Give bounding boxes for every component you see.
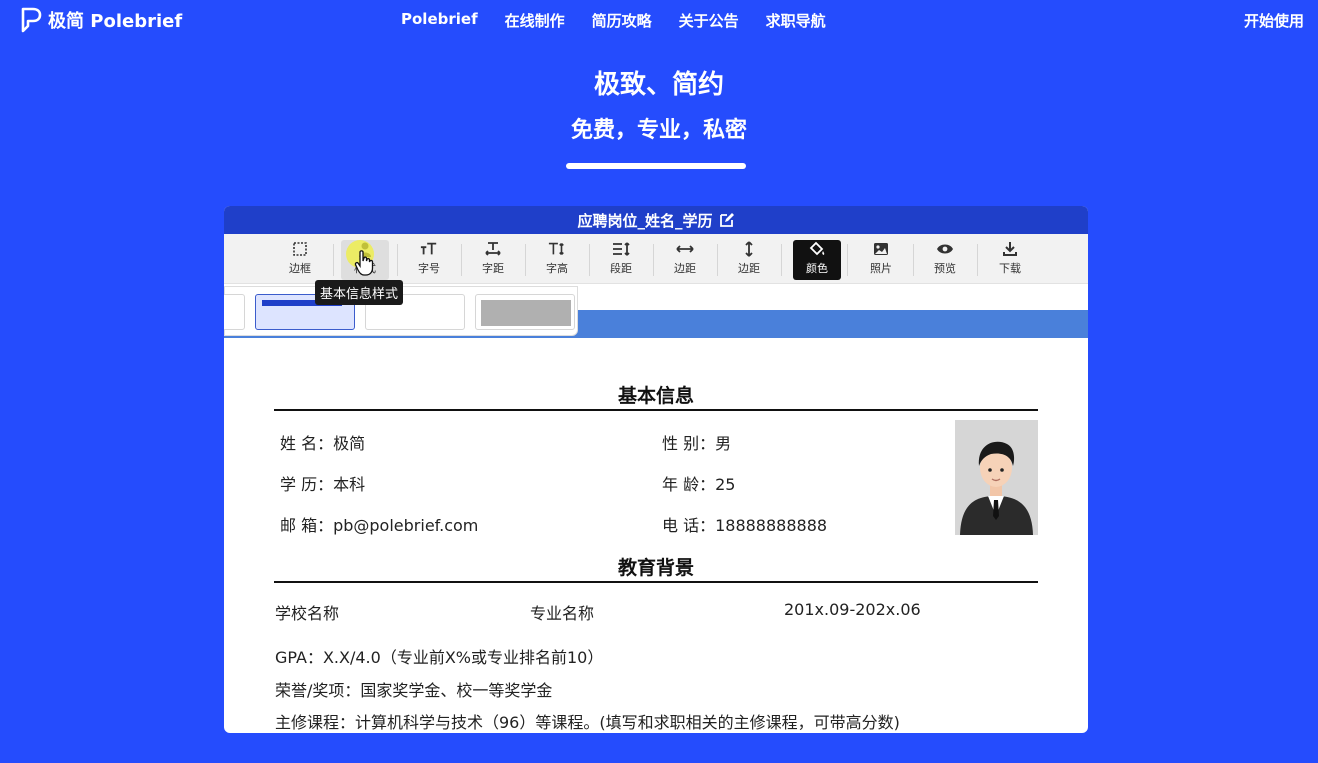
tool-label: 字距 <box>482 262 504 275</box>
style-option[interactable] <box>224 294 245 330</box>
font-size-icon <box>420 240 438 258</box>
horizontal-margin-icon <box>676 240 694 258</box>
line-height-icon <box>548 240 566 258</box>
section-title-education: 教育背景 <box>617 557 694 579</box>
tool-letter-spacing[interactable]: 字距 <box>469 240 517 280</box>
tool-paragraph-spacing[interactable]: 段距 <box>597 240 645 280</box>
field-education[interactable]: 学 历：本科 <box>280 471 365 495</box>
eye-icon <box>936 240 954 258</box>
avatar <box>960 441 1033 535</box>
toolbar-divider <box>717 244 718 276</box>
tool-label: 颜色 <box>806 262 828 275</box>
tool-label: 边框 <box>289 262 311 275</box>
image-icon <box>872 240 890 258</box>
toolbar-divider <box>653 244 654 276</box>
logo-icon <box>21 7 42 33</box>
section-rule <box>274 581 1038 583</box>
nav-item-online-make[interactable]: 在线制作 <box>505 10 565 31</box>
document-title-bar: 应聘岗位_姓名_学历 <box>224 206 1088 234</box>
hero-subtitle: 免费，专业，私密 <box>570 118 747 143</box>
study-period[interactable]: 201x.09-202x.06 <box>784 600 921 619</box>
toolbar-divider <box>525 244 526 276</box>
tool-preview[interactable]: 预览 <box>921 240 969 280</box>
courses-line[interactable]: 主修课程：计算机科学与技术（96）等课程。(填写和求职相关的主修课程，可带高分数… <box>275 709 900 733</box>
field-email[interactable]: 邮 箱：pb@polebrief.com <box>280 512 478 536</box>
toolbar-divider <box>781 244 782 276</box>
tool-label: 边距 <box>738 262 760 275</box>
toolbar-divider <box>913 244 914 276</box>
school-name[interactable]: 学校名称 <box>275 600 339 624</box>
tool-photo[interactable]: 照片 <box>857 240 905 280</box>
toolbar-divider <box>977 244 978 276</box>
toolbar-divider <box>589 244 590 276</box>
tool-vertical-margin[interactable]: 边距 <box>725 240 773 280</box>
nav-item-announcements[interactable]: 关于公告 <box>679 10 739 31</box>
profile-photo[interactable] <box>955 420 1038 535</box>
brand-name: 极简 Polebrief <box>48 11 183 32</box>
toolbar-divider <box>847 244 848 276</box>
toolbar-divider <box>397 244 398 276</box>
brand-logo[interactable]: 极简 Polebrief <box>20 7 182 33</box>
toolbar-divider <box>461 244 462 276</box>
honors-line[interactable]: 荣誉/奖项：国家奖学金、校一等奖学金 <box>275 677 552 701</box>
edit-icon[interactable] <box>719 212 735 228</box>
tool-label: 预览 <box>934 262 956 275</box>
letter-spacing-icon <box>484 240 502 258</box>
section-rule <box>274 409 1038 411</box>
nav-item-job-navigation[interactable]: 求职导航 <box>766 10 826 31</box>
tool-line-height[interactable]: 字高 <box>533 240 581 280</box>
main-nav: Polebrief 在线制作 简历攻略 关于公告 求职导航 <box>401 10 826 31</box>
nav-item-resume-guide[interactable]: 简历攻略 <box>592 10 652 31</box>
border-icon <box>291 240 309 258</box>
style-preview-bar <box>481 300 571 326</box>
paragraph-spacing-icon <box>612 240 630 258</box>
field-gender[interactable]: 性 别：男 <box>662 430 731 454</box>
tool-label: 下载 <box>999 262 1021 275</box>
tool-label: 字号 <box>418 262 440 275</box>
tool-horizontal-margin[interactable]: 边距 <box>661 240 709 280</box>
section-title-basic-info: 基本信息 <box>617 385 694 407</box>
resume-editor-panel: 应聘岗位_姓名_学历 边框 样式 字号 <box>224 206 1088 733</box>
document-title[interactable]: 应聘岗位_姓名_学历 <box>577 210 712 231</box>
tool-border[interactable]: 边框 <box>276 240 324 280</box>
tool-color[interactable]: 颜色 <box>793 240 841 280</box>
style-tooltip: 基本信息样式 <box>315 280 404 305</box>
tool-font-size[interactable]: 字号 <box>405 240 453 280</box>
tool-label: 字高 <box>546 262 568 275</box>
top-navbar: 极简 Polebrief Polebrief 在线制作 简历攻略 关于公告 求职… <box>0 0 1318 40</box>
gpa-line[interactable]: GPA：X.X/4.0（专业前X%或专业排名前10） <box>275 644 603 668</box>
major-name[interactable]: 专业名称 <box>530 600 594 624</box>
hero-divider <box>566 163 746 169</box>
tool-label: 照片 <box>870 262 892 275</box>
download-icon <box>1001 240 1019 258</box>
nav-item-polebrief[interactable]: Polebrief <box>401 10 478 31</box>
hand-cursor-icon <box>354 250 374 276</box>
field-age[interactable]: 年 龄：25 <box>662 471 735 495</box>
hero-title: 极致、简约 <box>593 70 724 100</box>
tool-label: 边距 <box>674 262 696 275</box>
field-name[interactable]: 姓 名：极简 <box>280 430 365 454</box>
style-option[interactable] <box>475 294 575 330</box>
tool-label: 段距 <box>610 262 632 275</box>
tool-download[interactable]: 下载 <box>986 240 1034 280</box>
field-phone[interactable]: 电 话：18888888888 <box>662 512 827 536</box>
start-button[interactable]: 开始使用 <box>1244 10 1304 31</box>
vertical-margin-icon <box>740 240 758 258</box>
paint-bucket-icon <box>808 240 826 258</box>
toolbar-divider <box>333 244 334 276</box>
